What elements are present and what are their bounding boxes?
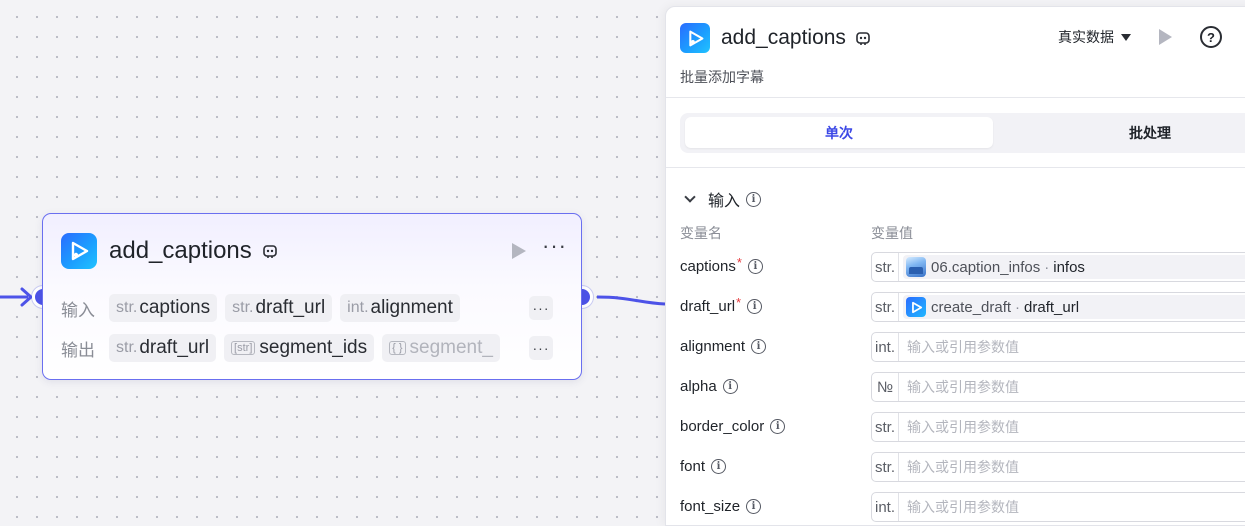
node-inputs-row: 输入 str. captions str. draft_url int. alignm… (61, 293, 531, 323)
param-row-font-size: font_size i int. 输入或引用参数值 (680, 492, 1245, 522)
column-header-value: 变量值 (871, 225, 913, 241)
output-chip-draft-url: str. draft_url (109, 334, 217, 362)
param-name: captions (680, 258, 736, 275)
param-name: font_size (680, 498, 741, 515)
required-mark: * (736, 255, 742, 270)
smart-toolbox-icon (262, 245, 277, 258)
param-value-field[interactable]: str. 输入或引用参数值 (871, 452, 1245, 482)
required-mark: * (736, 295, 742, 310)
divider (666, 167, 1245, 168)
node-outputs-row: 输出 str. draft_url [str] segment_ids { } seg… (61, 333, 531, 363)
param-name: alpha (680, 378, 717, 395)
value-placeholder: 输入或引用参数值 (907, 339, 1019, 355)
dataset-select[interactable]: 真实数据 (1058, 27, 1114, 47)
help-circle-icon[interactable]: ? (1200, 26, 1222, 48)
app-play-icon (680, 23, 710, 53)
panel-title: add_captions (721, 26, 846, 49)
param-name: border_color (680, 418, 765, 435)
reference-chip[interactable]: create_draft · draft_url (903, 295, 1245, 319)
info-icon: i (746, 191, 762, 207)
node-title: add_captions (109, 237, 252, 264)
run-play-icon[interactable] (1159, 29, 1172, 45)
param-row-alpha: alpha i № 输入或引用参数值 (680, 372, 1245, 402)
workflow-node-add-captions[interactable]: add_captions ··· 输入 str. captions str. dra… (42, 213, 582, 380)
section-title: 输入 (708, 193, 741, 210)
type-tag: int. (872, 493, 899, 521)
value-placeholder: 输入或引用参数值 (907, 379, 1019, 395)
info-icon: i (722, 379, 738, 394)
param-value-field[interactable]: str. 06.caption_infos · infos (871, 252, 1245, 282)
type-tag: str. (872, 253, 899, 281)
inputs-label: 输入 (61, 300, 95, 320)
param-value-field[interactable]: str. 输入或引用参数值 (871, 412, 1245, 442)
output-chip-segment-ids: [str] segment_ids (224, 334, 375, 362)
param-value-field[interactable]: int. 输入或引用参数值 (871, 492, 1245, 522)
param-row-captions: captions * i str. 06.caption_infos · infos (680, 252, 1245, 282)
output-chip-segment: { } segment_ (382, 334, 500, 362)
outputs-label: 输出 (61, 340, 95, 360)
param-value-field[interactable]: int. 输入或引用参数值 (871, 332, 1245, 362)
param-row-draft-url: draft_url * i str. create_draft · draft_ur… (680, 292, 1245, 322)
param-name: font (680, 458, 706, 475)
panel-header: add_captions 真实数据 ? ⋮ (680, 22, 1245, 54)
image-node-icon (906, 257, 926, 277)
value-placeholder: 输入或引用参数值 (907, 499, 1019, 515)
param-value-field[interactable]: str. create_draft · draft_url (871, 292, 1245, 322)
node-settings-panel: add_captions 真实数据 ? ⋮ 批量添加字幕 单次 批处理 输入 i… (665, 6, 1245, 526)
info-icon: i (751, 339, 767, 354)
value-placeholder: 输入或引用参数值 (907, 419, 1019, 435)
caret-down-icon[interactable] (1121, 33, 1131, 41)
reference-chip[interactable]: 06.caption_infos · infos (903, 255, 1245, 279)
info-icon: i (770, 419, 786, 434)
chevron-down-icon[interactable] (684, 191, 696, 203)
param-row-font: font i str. 输入或引用参数值 (680, 452, 1245, 482)
param-name: alignment (680, 338, 746, 355)
app-play-icon (906, 297, 926, 317)
param-row-border-color: border_color i str. 输入或引用参数值 (680, 412, 1245, 442)
type-tag: int. (872, 333, 899, 361)
run-play-icon[interactable] (512, 243, 527, 259)
type-tag: № (872, 373, 899, 401)
param-name: draft_url (680, 298, 736, 315)
tab-batch[interactable]: 批处理 (1010, 117, 1245, 148)
info-icon: i (711, 459, 727, 474)
info-icon: i (747, 299, 763, 314)
panel-description: 批量添加字幕 (680, 69, 764, 85)
value-placeholder: 输入或引用参数值 (907, 459, 1019, 475)
input-chip-alignment: int. alignment (340, 294, 460, 322)
type-tag: str. (872, 453, 899, 481)
more-dots-icon[interactable]: ··· (542, 235, 567, 261)
more-dots-icon[interactable]: ⋮ (1238, 27, 1245, 48)
info-icon: i (747, 259, 763, 274)
app-play-icon (61, 233, 97, 269)
param-row-alignment: alignment i int. 输入或引用参数值 (680, 332, 1245, 362)
outputs-more-button[interactable]: ··· (529, 336, 553, 360)
divider (666, 97, 1245, 98)
smart-toolbox-icon (856, 32, 870, 45)
column-header-name: 变量名 (680, 225, 722, 241)
mode-tabs: 单次 批处理 (680, 113, 1245, 153)
param-value-field[interactable]: № 输入或引用参数值 (871, 372, 1245, 402)
inputs-more-button[interactable]: ··· (529, 296, 553, 320)
type-tag: str. (872, 293, 899, 321)
input-chip-draft-url: str. draft_url (225, 294, 333, 322)
inputs-section-header[interactable]: 输入 i (684, 187, 762, 211)
type-tag: str. (872, 413, 899, 441)
tab-single[interactable]: 单次 (685, 117, 993, 148)
node-header: add_captions ··· (61, 232, 567, 270)
info-icon: i (746, 499, 762, 514)
input-chip-captions: str. captions (109, 294, 218, 322)
